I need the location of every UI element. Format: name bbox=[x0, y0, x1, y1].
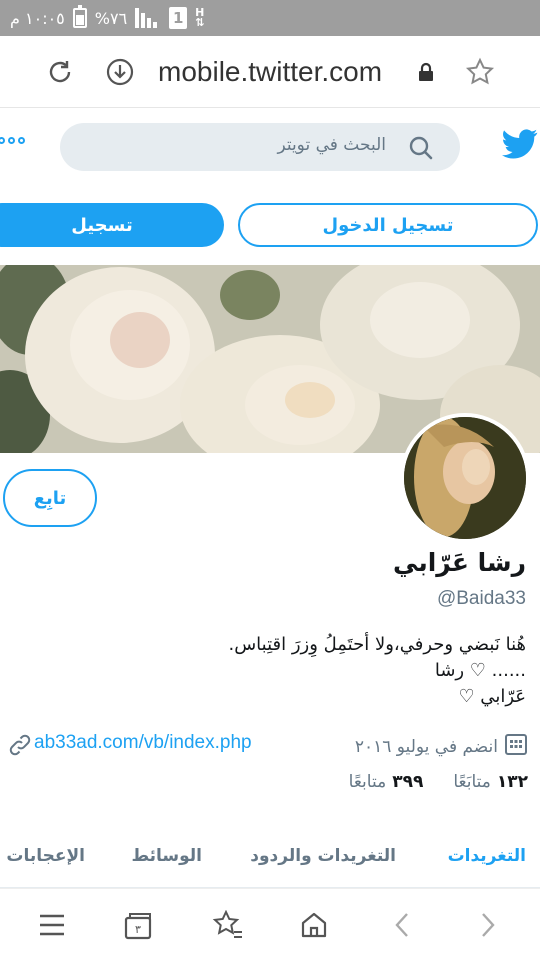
profile-bio: هُنا نَبضي وحرفي،ولا أحتَمِلُ وِزرَ اقتِ… bbox=[26, 632, 526, 710]
network-type-icon: H ⇅ bbox=[195, 6, 205, 29]
tab-tweets-and-replies[interactable]: التغريدات والردود bbox=[250, 846, 396, 866]
bookmarks-icon[interactable] bbox=[210, 907, 246, 943]
joined-date: انضم في يوليو ٢٠١٦ bbox=[355, 732, 528, 761]
twitter-logo-icon[interactable] bbox=[502, 129, 538, 163]
search-input[interactable]: البحث في تويتر bbox=[60, 123, 460, 171]
joined-text: انضم في يوليو ٢٠١٦ bbox=[354, 736, 498, 757]
search-icon bbox=[408, 135, 434, 165]
search-placeholder: البحث في تويتر bbox=[277, 135, 386, 155]
clock: ١٠:٠٥ م bbox=[10, 8, 65, 28]
browser-bottom-nav: ٣ bbox=[0, 888, 540, 960]
avatar[interactable] bbox=[400, 413, 530, 543]
profile-tabs: التغريدات التغريدات والردود الوسائط الإع… bbox=[0, 830, 540, 888]
svg-text:٣: ٣ bbox=[135, 923, 141, 936]
bio-line: عَرّابي ♡ bbox=[458, 686, 526, 707]
profile-name: رشا عَرّابي bbox=[393, 548, 526, 577]
battery-percent: %٧٦ bbox=[94, 8, 128, 28]
browser-address-bar: mobile.twitter.com bbox=[0, 36, 540, 108]
profile-meta: ab33ad.com/vb/index.php انضم في يوليو ٢٠… bbox=[0, 730, 540, 760]
menu-icon[interactable] bbox=[34, 907, 70, 943]
signal-icon bbox=[135, 8, 161, 28]
link-icon bbox=[8, 733, 32, 761]
tab-media[interactable]: الوسائط bbox=[131, 846, 202, 866]
battery-icon bbox=[72, 5, 87, 28]
calendar-icon bbox=[504, 732, 528, 761]
followers-stat[interactable]: ٣٩٩متابعًا bbox=[349, 772, 424, 792]
url-text[interactable]: mobile.twitter.com bbox=[158, 54, 382, 90]
home-icon[interactable] bbox=[296, 907, 332, 943]
status-bar-left: ١٠:٠٥ م %٧٦ 1 H ⇅ bbox=[10, 5, 205, 30]
more-options-icon[interactable] bbox=[0, 137, 25, 144]
login-button[interactable]: تسجيل الدخول bbox=[238, 203, 538, 247]
reload-icon[interactable] bbox=[42, 54, 78, 90]
tab-likes[interactable]: الإعجابات bbox=[6, 846, 85, 866]
signup-button[interactable]: تسجيل bbox=[0, 203, 224, 247]
download-icon[interactable] bbox=[102, 54, 138, 90]
profile-stats: ١٣٢متابَعًا ٣٩٩متابعًا bbox=[349, 772, 528, 792]
follow-button[interactable]: تابِع bbox=[3, 469, 97, 527]
following-stat[interactable]: ١٣٢متابَعًا bbox=[453, 772, 528, 792]
back-icon[interactable] bbox=[384, 907, 420, 943]
forward-icon[interactable] bbox=[470, 907, 506, 943]
twitter-header: البحث في تويتر bbox=[0, 109, 540, 189]
profile-website-link[interactable]: ab33ad.com/vb/index.php bbox=[34, 732, 252, 754]
tab-tweets[interactable]: التغريدات bbox=[448, 846, 526, 866]
bio-line: هُنا نَبضي وحرفي،ولا أحتَمِلُ وِزرَ اقتِ… bbox=[228, 634, 526, 655]
bookmark-star-icon[interactable] bbox=[462, 54, 498, 90]
status-bar: ١٠:٠٥ م %٧٦ 1 H ⇅ bbox=[0, 0, 540, 36]
sim-indicator: 1 bbox=[169, 7, 188, 29]
lock-icon bbox=[408, 54, 444, 90]
profile-handle: @Baida33 bbox=[436, 588, 526, 609]
bio-line: ...... ♡ رشا bbox=[434, 660, 526, 681]
tabs-icon[interactable]: ٣ bbox=[120, 907, 156, 943]
